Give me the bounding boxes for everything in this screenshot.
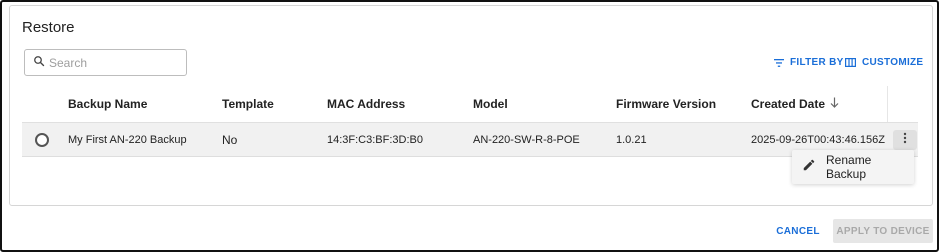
menu-item-rename-backup[interactable]: Rename Backup xyxy=(802,153,914,181)
row-actions-button[interactable] xyxy=(893,130,917,150)
apply-to-device-button[interactable]: APPLY TO DEVICE xyxy=(833,219,933,243)
customize-label: CUSTOMIZE xyxy=(862,57,924,68)
column-header-firmware-version[interactable]: Firmware Version xyxy=(616,97,716,111)
row-select-radio[interactable] xyxy=(35,133,49,147)
filter-icon xyxy=(774,58,784,67)
page-title: Restore xyxy=(22,19,75,36)
search-input[interactable] xyxy=(49,55,179,70)
pencil-icon xyxy=(802,158,816,177)
columns-icon xyxy=(845,58,856,67)
rename-backup-label: Rename Backup xyxy=(826,153,872,181)
column-header-model[interactable]: Model xyxy=(473,97,508,111)
cell-model: AN-220-SW-R-8-POE xyxy=(473,134,580,146)
column-header-template[interactable]: Template xyxy=(222,97,274,111)
cell-mac-address: 14:3F:C3:BF:3D:B0 xyxy=(327,134,423,146)
cell-created-date: 2025-09-26T00:43:46.156Z xyxy=(751,134,885,146)
kebab-menu-icon xyxy=(903,131,907,149)
cell-template: No xyxy=(222,133,238,147)
search-box[interactable] xyxy=(24,49,187,76)
row-actions-menu: Rename Backup xyxy=(792,150,914,184)
cell-firmware-version: 1.0.21 xyxy=(616,134,647,146)
column-header-mac-address[interactable]: MAC Address xyxy=(327,97,405,111)
column-header-backup-name[interactable]: Backup Name xyxy=(68,97,147,111)
column-header-created-date[interactable]: Created Date xyxy=(751,97,839,111)
sort-down-arrow-icon xyxy=(830,97,839,111)
filter-by-label: FILTER BY xyxy=(790,57,844,68)
customize-button[interactable]: CUSTOMIZE xyxy=(845,57,923,68)
cell-backup-name: My First AN-220 Backup xyxy=(68,134,187,146)
filter-by-button[interactable]: FILTER BY xyxy=(774,57,844,68)
cancel-button[interactable]: CANCEL xyxy=(771,220,825,242)
created-date-header-label: Created Date xyxy=(751,97,826,111)
search-icon xyxy=(33,54,45,72)
